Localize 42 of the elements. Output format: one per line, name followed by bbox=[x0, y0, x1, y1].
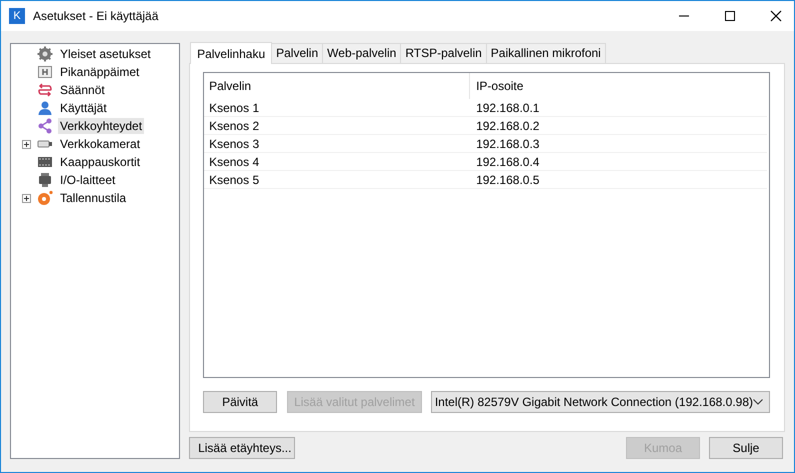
tab[interactable]: Palvelinhaku bbox=[190, 42, 272, 64]
person-icon bbox=[37, 100, 53, 116]
table-cell-text: Ksenos 5 bbox=[208, 172, 260, 186]
device-icon bbox=[37, 172, 53, 188]
sidebar-item[interactable]: Tallennustila bbox=[58, 190, 128, 206]
expand-icon[interactable] bbox=[22, 140, 31, 148]
add-remote-button[interactable]: Lisää etäyhteys... bbox=[189, 437, 296, 459]
film-icon bbox=[37, 154, 53, 170]
table-cell-text: 192.168.0.4 bbox=[475, 154, 540, 168]
key-icon bbox=[37, 64, 53, 80]
sidebar-item[interactable]: Yleiset asetukset bbox=[58, 46, 153, 62]
expand-icon[interactable] bbox=[22, 194, 31, 202]
chevron-down-icon bbox=[753, 399, 763, 405]
panel-button[interactable]: Päivitä bbox=[203, 391, 278, 413]
close-icon[interactable] bbox=[770, 10, 782, 22]
table-cell-text: 192.168.0.5 bbox=[475, 172, 540, 186]
sidebar-item[interactable]: Pikanäppäimet bbox=[58, 64, 142, 80]
arrows-icon bbox=[37, 82, 53, 98]
column-header[interactable]: Palvelin bbox=[204, 73, 470, 99]
maximize-icon[interactable] bbox=[724, 10, 736, 22]
sidebar-item[interactable]: Kaappauskortit bbox=[58, 154, 142, 170]
table-cell-text: 192.168.0.1 bbox=[475, 100, 540, 114]
dialog-button[interactable]: Sulje bbox=[709, 437, 783, 459]
disc-icon bbox=[37, 190, 53, 206]
table-cell-text: 192.168.0.2 bbox=[475, 118, 540, 132]
table-cell-text: 192.168.0.3 bbox=[475, 136, 540, 150]
sidebar-item[interactable]: Verkkokamerat bbox=[58, 136, 142, 152]
app-logo: K bbox=[9, 8, 25, 24]
share-icon bbox=[37, 118, 53, 134]
sidebar-item[interactable]: Säännöt bbox=[58, 82, 107, 98]
table-cell-text: Ksenos 2 bbox=[208, 118, 260, 132]
table-cell-text: Ksenos 4 bbox=[208, 154, 260, 168]
table-cell-text: Ksenos 1 bbox=[208, 100, 260, 114]
sidebar-item[interactable]: Verkkoyhteydet bbox=[58, 118, 144, 134]
column-header[interactable]: IP-osoite bbox=[470, 79, 769, 93]
table-cell-text: Ksenos 3 bbox=[208, 136, 260, 150]
tab[interactable]: Paikallinen mikrofoni bbox=[486, 43, 606, 63]
gear-icon bbox=[37, 46, 53, 62]
sidebar-item[interactable]: Käyttäjät bbox=[58, 100, 109, 116]
network-dropdown[interactable]: Intel(R) 82579V Gigabit Network Connection (192.168.0.98) bbox=[430, 391, 770, 413]
sidebar-item[interactable]: I/O-laitteet bbox=[58, 172, 118, 188]
window-title: Asetukset - Ei käyttäjää bbox=[33, 9, 158, 23]
